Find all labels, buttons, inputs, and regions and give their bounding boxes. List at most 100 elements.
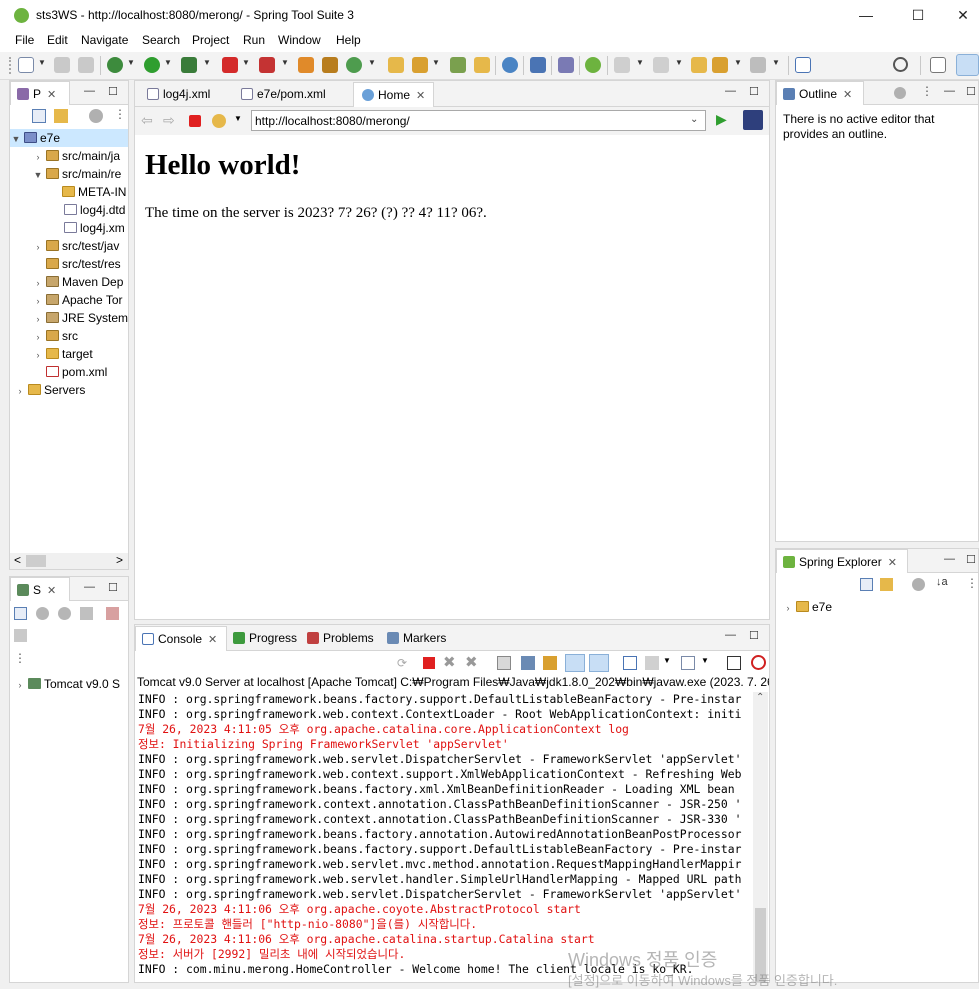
minimize-icon[interactable]: —	[725, 629, 736, 641]
chevron-right-icon[interactable]: ›	[14, 676, 26, 694]
web-browser-icon[interactable]	[502, 57, 518, 73]
filter-icon[interactable]	[894, 87, 906, 99]
maximize-icon[interactable]: ☐	[108, 581, 118, 594]
minimize-icon[interactable]: —	[84, 85, 95, 97]
spring-starter-icon[interactable]	[298, 57, 314, 73]
chevron-right-icon[interactable]: ›	[782, 599, 794, 617]
previous-annotation-icon[interactable]	[653, 57, 669, 73]
maximize-icon[interactable]: ☐	[108, 85, 118, 98]
chevron-down-icon[interactable]: ⌄	[690, 114, 698, 125]
tree-item-src[interactable]: › src	[32, 327, 79, 345]
refresh-dropdown-icon[interactable]: ▼	[234, 114, 242, 123]
open-folder-icon[interactable]	[474, 57, 490, 73]
url-input[interactable]: http://localhost:8080/merong/ ⌄	[251, 110, 706, 131]
forward-dropdown-icon[interactable]: ▼	[772, 58, 780, 67]
new-class-dropdown-icon[interactable]: ▼	[368, 58, 376, 67]
tree-item-pom-xml[interactable]: pom.xml	[44, 363, 107, 381]
chevron-right-icon[interactable]: ›	[32, 238, 44, 256]
tree-item-apache-tomcat[interactable]: › Apache Tor	[32, 291, 123, 309]
tree-item-src-main-java[interactable]: › src/main/ja	[32, 147, 121, 166]
display-console-dropdown-icon[interactable]: ▼	[663, 656, 671, 665]
stop-dropdown-icon[interactable]: ▼	[242, 58, 250, 67]
scroll-right-icon[interactable]: >	[116, 553, 123, 567]
minimize-button[interactable]: —	[843, 0, 889, 31]
spring-icon[interactable]	[585, 57, 601, 73]
browser-viewport[interactable]: Hello world! The time on the server is 2…	[136, 135, 769, 619]
chevron-down-icon[interactable]: ▼	[10, 130, 22, 148]
view-menu-icon[interactable]: ⋮	[14, 651, 26, 665]
scroll-up-icon[interactable]: ⌃	[756, 692, 764, 703]
show-on-stdout-icon[interactable]	[565, 654, 585, 672]
chevron-right-icon[interactable]: ›	[32, 310, 44, 328]
back-icon[interactable]	[712, 57, 728, 73]
new-package-icon[interactable]	[322, 57, 338, 73]
refresh-icon[interactable]	[212, 114, 226, 128]
publish-icon[interactable]	[259, 57, 275, 73]
publish-dropdown-icon[interactable]: ▼	[281, 58, 289, 67]
terminate-icon[interactable]	[423, 657, 435, 669]
tree-item-jre-system-library[interactable]: › JRE System	[32, 309, 129, 328]
console-properties-icon[interactable]	[727, 656, 741, 670]
scrollbar-thumb[interactable]	[26, 555, 46, 567]
view-menu-icon[interactable]: ⋮	[114, 107, 126, 121]
open-task-dropdown-icon[interactable]: ▼	[432, 58, 440, 67]
go-icon[interactable]: ▶	[716, 111, 727, 128]
open-perspective-icon[interactable]	[930, 57, 946, 73]
external-tools-icon[interactable]	[181, 57, 197, 73]
search-icon[interactable]	[893, 57, 908, 72]
back-dropdown-icon[interactable]: ▼	[734, 58, 742, 67]
minimize-icon[interactable]: —	[944, 85, 955, 97]
maximize-button[interactable]: ☐	[895, 0, 941, 31]
spring-perspective-icon[interactable]	[956, 54, 979, 76]
open-type-icon[interactable]	[388, 57, 404, 73]
chevron-right-icon[interactable]: ›	[32, 274, 44, 292]
tab-servers[interactable]: S ✕	[10, 577, 70, 601]
save-all-icon[interactable]	[78, 57, 94, 73]
display-selected-console-icon[interactable]	[645, 656, 659, 670]
menu-window[interactable]: Window	[278, 33, 321, 47]
run-dropdown-icon[interactable]: ▼	[164, 58, 172, 67]
debug-icon[interactable]	[107, 57, 123, 73]
back-icon[interactable]: ⇦	[141, 112, 153, 129]
debug-server-icon[interactable]	[36, 607, 49, 620]
collapse-all-icon[interactable]	[14, 607, 27, 620]
next-annotation-dropdown-icon[interactable]: ▼	[636, 58, 644, 67]
tab-spring-explorer[interactable]: Spring Explorer ✕	[776, 549, 908, 573]
forward-icon[interactable]: ⇨	[163, 112, 175, 129]
tree-item-log4j-xml[interactable]: log4j.xm	[62, 219, 125, 237]
menu-run[interactable]: Run	[243, 33, 265, 47]
external-tools-dropdown-icon[interactable]: ▼	[203, 58, 211, 67]
sort-icon[interactable]: ↓a	[936, 576, 948, 588]
tab-console[interactable]: Console ✕	[135, 626, 227, 651]
stop-server-icon[interactable]	[222, 57, 238, 73]
link-editor-icon[interactable]	[54, 109, 68, 123]
tree-item-maven-dependencies[interactable]: › Maven Dep	[32, 273, 124, 292]
menu-navigate[interactable]: Navigate	[81, 33, 128, 47]
scroll-lock-icon[interactable]	[521, 656, 535, 670]
start-server-icon[interactable]	[58, 607, 71, 620]
open-task-icon[interactable]	[412, 57, 428, 73]
stop-icon[interactable]	[189, 115, 201, 127]
remove-all-launches-icon[interactable]: ✖	[465, 653, 478, 671]
menu-edit[interactable]: Edit	[47, 33, 68, 47]
chevron-right-icon[interactable]: ›	[32, 148, 44, 166]
tab-markers[interactable]: Markers	[387, 626, 446, 650]
minimize-icon[interactable]: —	[944, 553, 955, 565]
tree-item-meta-inf[interactable]: META-IN	[60, 183, 126, 201]
publish-icon[interactable]	[14, 629, 27, 642]
show-on-stderr-icon[interactable]	[589, 654, 609, 672]
horizontal-scrollbar[interactable]: < >	[10, 553, 128, 569]
tab-home[interactable]: Home ✕	[353, 82, 435, 108]
stop-server-icon[interactable]	[106, 607, 119, 620]
close-icon[interactable]: ✕	[888, 557, 897, 569]
tab-progress[interactable]: Progress	[233, 626, 297, 650]
spring-boot-icon[interactable]	[751, 655, 766, 670]
tab-outline[interactable]: Outline ✕	[776, 81, 864, 105]
tree-item-tomcat-server[interactable]: › Tomcat v9.0 S	[14, 675, 121, 694]
tab-log4j-xml[interactable]: log4j.xml	[139, 82, 218, 106]
menu-help[interactable]: Help	[336, 33, 361, 47]
maximize-icon[interactable]: ☐	[966, 553, 976, 566]
remove-launch-icon[interactable]: ✖	[443, 653, 456, 671]
minimize-icon[interactable]: —	[84, 581, 95, 593]
menu-file[interactable]: File	[15, 33, 34, 47]
